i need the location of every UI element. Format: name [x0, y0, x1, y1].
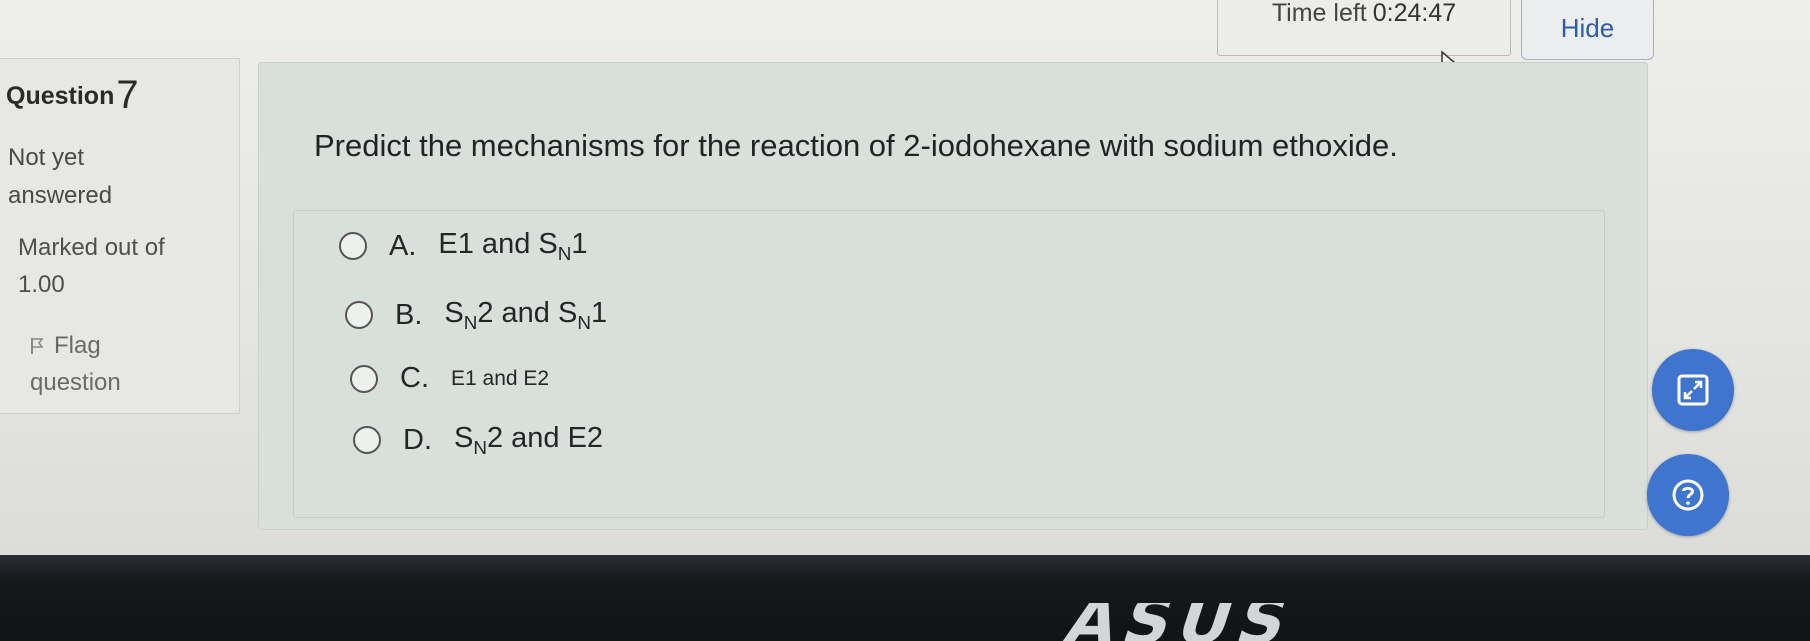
brand-logo: ASUS [1062, 603, 1318, 641]
question-prompt: Predict the mechanisms for the reaction … [314, 128, 1398, 163]
marked-line-2: 1.00 [18, 271, 65, 298]
option-b-text: SN2 and SN1 [444, 297, 608, 333]
question-number-heading: Question7 [6, 73, 139, 118]
help-icon [1672, 479, 1704, 511]
option-b[interactable]: B. SN2 and SN1 [345, 297, 607, 334]
option-a[interactable]: A. E1 and SN1 [339, 228, 587, 265]
option-d[interactable]: D. SN2 and E2 [353, 422, 603, 459]
help-button[interactable] [1647, 454, 1729, 536]
status-line-1: Not yet [8, 144, 85, 171]
option-b-radio[interactable] [345, 301, 373, 330]
screen: Time left 0:24:47 Hide Question7 Not yet… [0, 0, 1810, 555]
question-grade: Marked out of 1.00 [18, 229, 218, 303]
flag-line-1: Flag [54, 332, 101, 359]
option-d-letter: D. [403, 423, 432, 456]
question-status: Not yet answered [8, 139, 178, 215]
option-c-letter: C. [400, 362, 429, 394]
hide-button-label: Hide [1560, 12, 1615, 43]
flag-icon [31, 338, 44, 354]
flag-question-link[interactable]: Flag question [30, 327, 200, 401]
option-b-letter: B. [395, 298, 423, 331]
option-a-radio[interactable] [339, 232, 367, 261]
expand-button[interactable] [1652, 349, 1734, 431]
option-c-text: E1 and E2 [451, 366, 550, 390]
flag-line-2: question [30, 369, 121, 396]
brand-logo-text: ASUS [1061, 603, 1300, 641]
question-heading-label: Question [6, 82, 115, 110]
option-d-radio[interactable] [353, 426, 381, 455]
option-a-letter: A. [389, 229, 417, 262]
question-number: 7 [116, 73, 139, 117]
option-a-text: E1 and SN1 [438, 228, 588, 264]
timer-label: Time left [1271, 0, 1367, 27]
hide-timer-button[interactable]: Hide [1521, 0, 1654, 60]
laptop-bezel [0, 555, 1810, 641]
option-c-radio[interactable] [350, 364, 378, 393]
timer: Time left 0:24:47 [1217, 0, 1511, 56]
option-c[interactable]: C. E1 and E2 [350, 362, 549, 395]
expand-icon [1677, 374, 1709, 406]
marked-line-1: Marked out of [18, 234, 165, 261]
question-info-panel: Question7 Not yet answered Marked out of… [0, 58, 240, 414]
status-line-2: answered [8, 182, 113, 209]
timer-value: 0:24:47 [1372, 0, 1457, 27]
option-d-text: SN2 and E2 [454, 422, 604, 458]
